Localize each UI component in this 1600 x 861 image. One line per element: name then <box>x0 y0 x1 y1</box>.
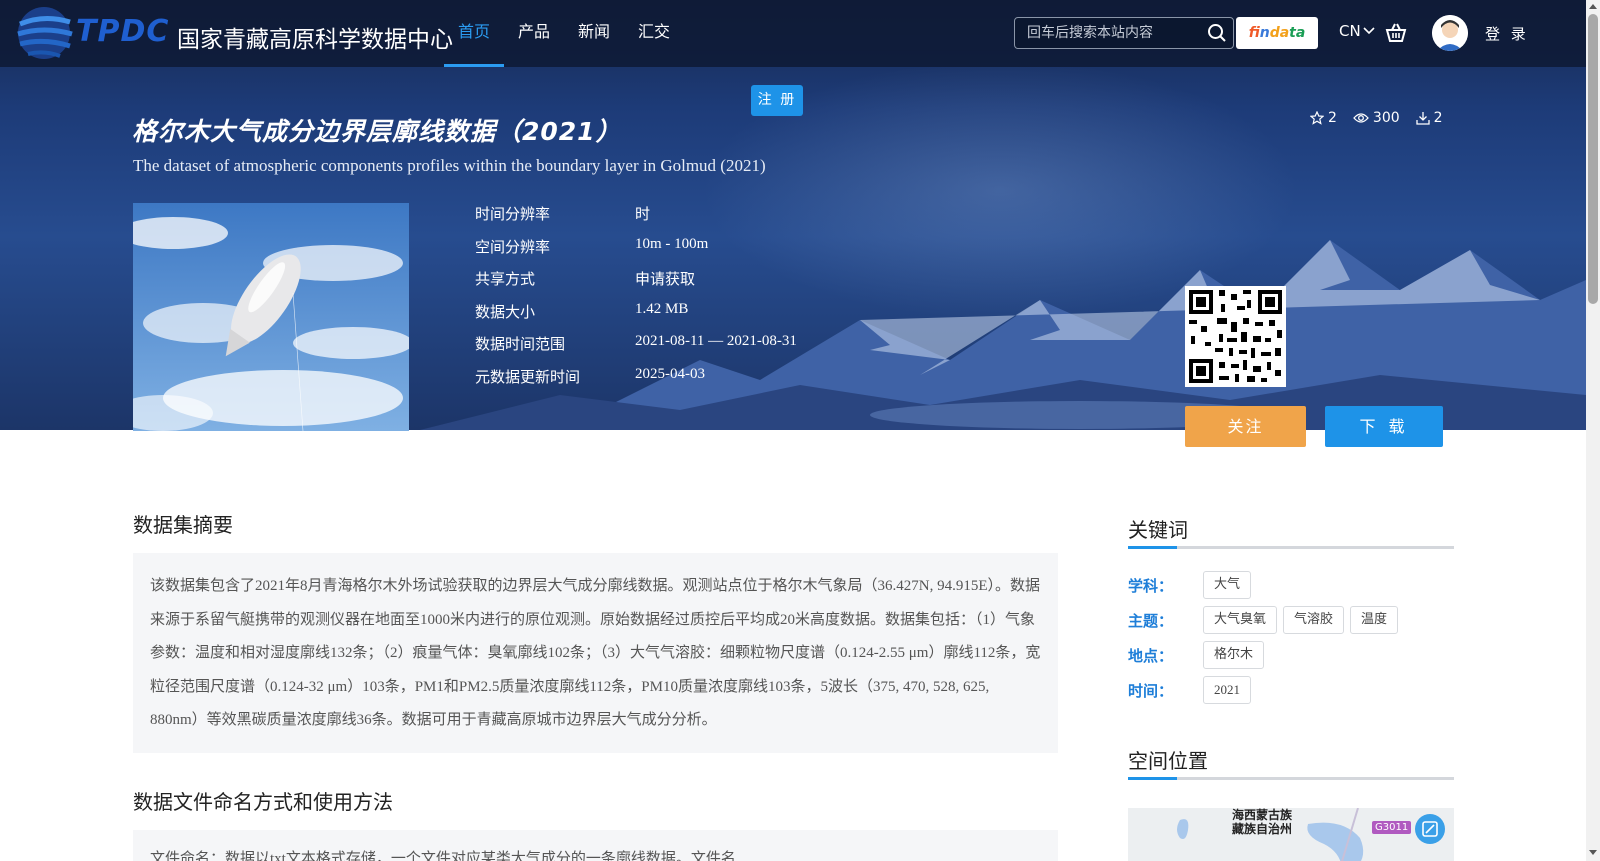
site-logo[interactable]: TPDC 国家青藏高原科学数据中心 <box>14 2 453 64</box>
search-icon[interactable] <box>1207 23 1227 43</box>
meta-key: 元数据更新时间 <box>475 367 581 386</box>
top-navigation: TPDC 国家青藏高原科学数据中心 首页 产品 新闻 汇交 findata CN <box>0 0 1586 67</box>
meta-value: 2021-08-11 — 2021-08-31 <box>635 333 797 349</box>
scroll-up-arrow[interactable] <box>1589 4 1597 9</box>
page-scrollbar[interactable] <box>1586 0 1600 861</box>
meta-key: 数据时间范围 <box>475 335 566 353</box>
views-count: 300 <box>1353 110 1400 126</box>
dataset-title-cn: 格尔木大气成分边界层廓线数据（2021） <box>132 117 622 146</box>
expand-icon <box>1422 821 1438 837</box>
dataset-stats: 2 300 2 <box>1310 110 1443 126</box>
star-icon <box>1310 111 1324 125</box>
keyword-tag[interactable]: 大气臭氧 <box>1203 606 1278 634</box>
meta-value: 申请获取 <box>635 272 696 288</box>
keyword-row-subject: 学科： 大气 <box>1128 571 1257 599</box>
language-switcher[interactable]: CN <box>1339 22 1375 40</box>
keyword-tag[interactable]: 大气 <box>1203 571 1252 599</box>
download-button[interactable]: 下 载 <box>1325 406 1443 447</box>
naming-text: 文件命名：数据以txt文本格式存储，一个文件对应某类大气成分的一条廓线数据。文件… <box>133 830 1058 861</box>
keyword-tag[interactable]: 温度 <box>1350 606 1399 634</box>
scroll-down-arrow[interactable] <box>1589 850 1597 855</box>
keyword-row-place: 地点： 格尔木 <box>1128 641 1270 669</box>
chevron-down-icon <box>1363 27 1375 35</box>
meta-value: 时 <box>635 207 651 223</box>
keyword-row-theme: 主题： 大气臭氧 气溶胶 温度 <box>1128 606 1404 634</box>
register-button[interactable]: 注 册 <box>751 85 803 116</box>
downloads-count: 2 <box>1416 110 1443 126</box>
map-place-label: 海西蒙古族 藏族自治州 <box>1232 808 1293 836</box>
meta-key: 数据大小 <box>475 302 536 321</box>
meta-key: 空间分辨率 <box>475 237 551 256</box>
cart-icon[interactable] <box>1385 22 1407 44</box>
map-road-label: G3011 <box>1372 821 1412 834</box>
keyword-label: 主题： <box>1128 611 1174 630</box>
meta-value: 1.42 MB <box>635 300 689 317</box>
map-fullscreen-button[interactable] <box>1415 814 1445 844</box>
favorites-count[interactable]: 2 <box>1310 110 1337 126</box>
findata-button[interactable]: findata <box>1236 17 1318 49</box>
qr-code-icon <box>1185 286 1286 387</box>
keyword-row-time: 时间： 2021 <box>1128 676 1257 704</box>
follow-button[interactable]: 关注 <box>1185 406 1306 447</box>
download-icon <box>1416 112 1430 125</box>
meta-key: 时间分辨率 <box>475 205 551 223</box>
meta-key: 共享方式 <box>475 270 536 288</box>
keyword-tag[interactable]: 气溶胶 <box>1283 606 1345 634</box>
location-divider <box>1128 777 1454 780</box>
naming-title: 数据文件命名方式和使用方法 <box>133 790 393 814</box>
menu-item-home[interactable]: 首页 <box>444 0 505 67</box>
user-avatar-icon <box>1432 15 1468 51</box>
search-input[interactable] <box>1027 18 1197 48</box>
menu-item-news[interactable]: 新闻 <box>564 0 624 67</box>
keyword-tag[interactable]: 2021 <box>1203 676 1251 704</box>
eye-icon <box>1353 113 1369 123</box>
logo-text-en: TPDC <box>76 14 170 49</box>
dataset-thumbnail <box>133 203 409 431</box>
keyword-tag[interactable]: 格尔木 <box>1203 641 1265 669</box>
login-link[interactable]: 登 录 <box>1485 23 1529 44</box>
keyword-label: 时间： <box>1128 681 1174 700</box>
menu-item-products[interactable]: 产品 <box>504 0 564 67</box>
user-avatar[interactable] <box>1432 15 1468 51</box>
abstract-title: 数据集摘要 <box>133 513 233 537</box>
location-title: 空间位置 <box>1128 749 1208 773</box>
scrollbar-thumb[interactable] <box>1588 14 1598 304</box>
keywords-title: 关键词 <box>1128 518 1188 542</box>
search-box <box>1014 17 1234 49</box>
location-map[interactable]: 海西蒙古族 藏族自治州 G3011 <box>1128 808 1454 861</box>
main-menu: 首页 产品 新闻 汇交 <box>444 0 684 67</box>
dataset-title-en: The dataset of atmospheric components pr… <box>133 156 766 175</box>
globe-logo-icon <box>17 7 73 59</box>
meta-value: 10m - 100m <box>635 235 709 252</box>
keywords-divider <box>1128 546 1454 549</box>
menu-item-submit[interactable]: 汇交 <box>624 0 684 67</box>
abstract-text: 该数据集包含了2021年8月青海格尔木外场试验获取的边界层大气成分廓线数据。观测… <box>133 553 1058 753</box>
qr-code <box>1185 286 1286 387</box>
meta-value: 2025-04-03 <box>635 365 705 382</box>
language-label: CN <box>1339 22 1361 40</box>
keyword-label: 学科： <box>1128 576 1174 595</box>
keyword-label: 地点： <box>1128 646 1174 665</box>
tethered-balloon-image <box>133 203 409 431</box>
logo-text-cn: 国家青藏高原科学数据中心 <box>177 27 453 53</box>
